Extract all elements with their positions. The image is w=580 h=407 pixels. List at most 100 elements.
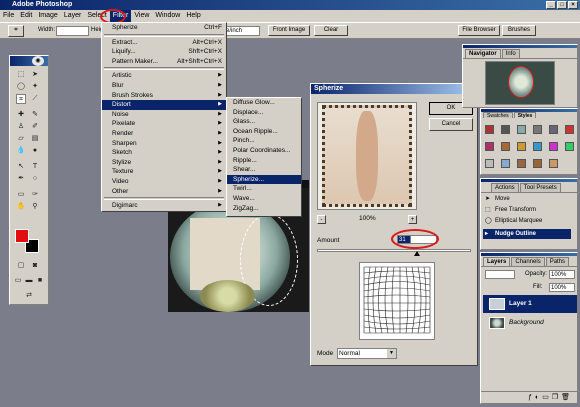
style-swatch[interactable] (485, 125, 494, 134)
distort-wave[interactable]: Wave... (227, 194, 301, 204)
magic-wand-icon[interactable]: ✦ (30, 82, 40, 92)
distort-diffuse-glow[interactable]: Diffuse Glow... (227, 98, 301, 108)
hand-tool-icon[interactable]: ✋ (16, 202, 26, 212)
menu-file[interactable]: File (0, 10, 17, 22)
history-item-nudge-outline[interactable]: ▸ Nudge Outline (483, 229, 571, 239)
style-swatch[interactable] (549, 142, 558, 151)
tab-swatches[interactable]: Swatches (483, 112, 513, 118)
style-swatch[interactable] (517, 142, 526, 151)
new-set-icon[interactable]: ▭ (542, 394, 552, 401)
style-swatch[interactable] (549, 125, 558, 134)
style-swatch[interactable] (501, 125, 510, 134)
mode-select[interactable]: Normal ▼ (337, 348, 397, 359)
eraser-tool-icon[interactable]: ▱ (16, 134, 26, 144)
zoom-tool-icon[interactable]: ⚲ (30, 202, 40, 212)
tab-info[interactable]: Info (501, 49, 520, 58)
filter-menu-video[interactable]: Video ▶ (102, 177, 226, 187)
distort-zigzag[interactable]: ZigZag... (227, 204, 301, 214)
file-browser-tab[interactable]: File Browser (458, 25, 500, 36)
filter-menu-last-filter[interactable]: Spherize Ctrl+F (102, 23, 226, 33)
healing-brush-icon[interactable]: ✚ (16, 110, 26, 120)
width-field[interactable] (56, 26, 89, 36)
type-tool-icon[interactable]: T (30, 162, 40, 172)
layer-style-icon[interactable]: ƒ (528, 394, 535, 401)
style-swatch[interactable] (549, 159, 558, 168)
front-image-button[interactable]: Front Image (268, 25, 310, 36)
amount-slider-track[interactable] (317, 249, 471, 252)
lasso-tool-icon[interactable]: ◯ (16, 82, 26, 92)
filter-menu-distort[interactable]: Distort ▶ (102, 100, 226, 110)
distort-shear[interactable]: Shear... (227, 165, 301, 175)
screen-mode-full-menu-icon[interactable]: ▬ (24, 276, 34, 286)
minimize-button[interactable]: _ (546, 1, 556, 9)
crop-tool-icon[interactable]: ⌗ (16, 94, 26, 104)
history-item-move[interactable]: ➤ Move (483, 194, 571, 204)
shape-tool-icon[interactable]: ○ (30, 174, 40, 184)
new-layer-icon[interactable]: ❐ (552, 394, 561, 401)
filter-menu-noise[interactable]: Noise ▶ (102, 110, 226, 120)
style-swatch[interactable] (485, 159, 494, 168)
screen-mode-standard-icon[interactable]: ▭ (13, 276, 23, 286)
layer-row-background[interactable]: Background (483, 314, 577, 332)
filter-menu-render[interactable]: Render ▶ (102, 129, 226, 139)
zoom-out-button[interactable]: - (317, 215, 326, 224)
clone-stamp-icon[interactable]: ♙ (16, 122, 26, 132)
dodge-tool-icon[interactable]: ● (30, 146, 40, 156)
standard-mode-icon[interactable]: ▢ (16, 261, 26, 271)
history-item-free-transform[interactable]: ⬚ Free Transform (483, 205, 571, 215)
style-swatch[interactable] (517, 125, 526, 134)
style-swatch[interactable] (501, 159, 510, 168)
tab-channels[interactable]: Channels (511, 257, 545, 266)
slice-tool-icon[interactable]: ⟋ (30, 94, 40, 104)
menu-edit[interactable]: Edit (17, 10, 35, 22)
tab-styles[interactable]: Styles (513, 112, 537, 118)
layer-row-layer-1[interactable]: Layer 1 (483, 295, 577, 313)
eyedropper-icon[interactable]: ✑ (30, 190, 40, 200)
brush-tool-icon[interactable]: ✎ (30, 110, 40, 120)
menu-help[interactable]: Help (183, 10, 203, 22)
filter-menu-texture[interactable]: Texture ▶ (102, 167, 226, 177)
foreground-color-swatch[interactable] (15, 229, 29, 243)
notes-tool-icon[interactable]: ▭ (16, 190, 26, 200)
resolution-units-select[interactable]: e/inch (224, 26, 260, 36)
pen-tool-icon[interactable]: ✒ (16, 174, 26, 184)
blur-tool-icon[interactable]: 💧 (16, 146, 26, 156)
filter-menu-liquify[interactable]: Liquify... Shft+Ctrl+X (102, 47, 226, 57)
zoom-in-button[interactable]: + (408, 215, 417, 224)
distort-displace[interactable]: Displace... (227, 108, 301, 118)
navigator-thumbnail[interactable] (485, 61, 555, 105)
distort-ocean-ripple[interactable]: Ocean Ripple... (227, 127, 301, 137)
fill-input[interactable]: 100% (549, 283, 575, 292)
menu-window[interactable]: Window (152, 10, 183, 22)
filter-menu-digimarc[interactable]: Digimarc ▶ (102, 201, 226, 211)
navigator-view-box[interactable] (508, 66, 534, 98)
move-tool-icon[interactable]: ➤ (30, 70, 40, 80)
filter-menu-sharpen[interactable]: Sharpen ▶ (102, 139, 226, 149)
style-swatch[interactable] (517, 159, 526, 168)
filter-menu-pixelate[interactable]: Pixelate ▶ (102, 119, 226, 129)
filter-menu-sketch[interactable]: Sketch ▶ (102, 148, 226, 158)
cancel-button[interactable]: Cancel (429, 118, 473, 131)
style-swatch[interactable] (533, 159, 542, 168)
distort-glass[interactable]: Glass... (227, 117, 301, 127)
distort-spherize[interactable]: Spherize... (227, 174, 301, 185)
distort-polar-coordinates[interactable]: Polar Coordinates... (227, 146, 301, 156)
filter-menu-other[interactable]: Other ▶ (102, 187, 226, 197)
menu-image[interactable]: Image (35, 10, 60, 22)
quickmask-mode-icon[interactable]: ◙ (30, 261, 40, 271)
spherize-preview[interactable] (317, 102, 417, 210)
marquee-tool-icon[interactable]: ⬚ (16, 70, 26, 80)
filter-menu-artistic[interactable]: Artistic ▶ (102, 71, 226, 81)
menu-layer[interactable]: Layer (61, 10, 85, 22)
clear-button[interactable]: Clear (314, 25, 348, 36)
tab-actions[interactable]: Actions (491, 183, 519, 192)
close-button[interactable]: × (568, 1, 578, 9)
style-swatch[interactable] (501, 142, 510, 151)
brushes-tab[interactable]: Brushes (502, 25, 536, 36)
distort-ripple[interactable]: Ripple... (227, 156, 301, 166)
tab-layers[interactable]: Layers (483, 257, 511, 266)
style-swatch[interactable] (565, 125, 574, 134)
filter-menu-blur[interactable]: Blur ▶ (102, 81, 226, 91)
menu-view[interactable]: View (131, 10, 152, 22)
style-swatch[interactable] (533, 125, 542, 134)
